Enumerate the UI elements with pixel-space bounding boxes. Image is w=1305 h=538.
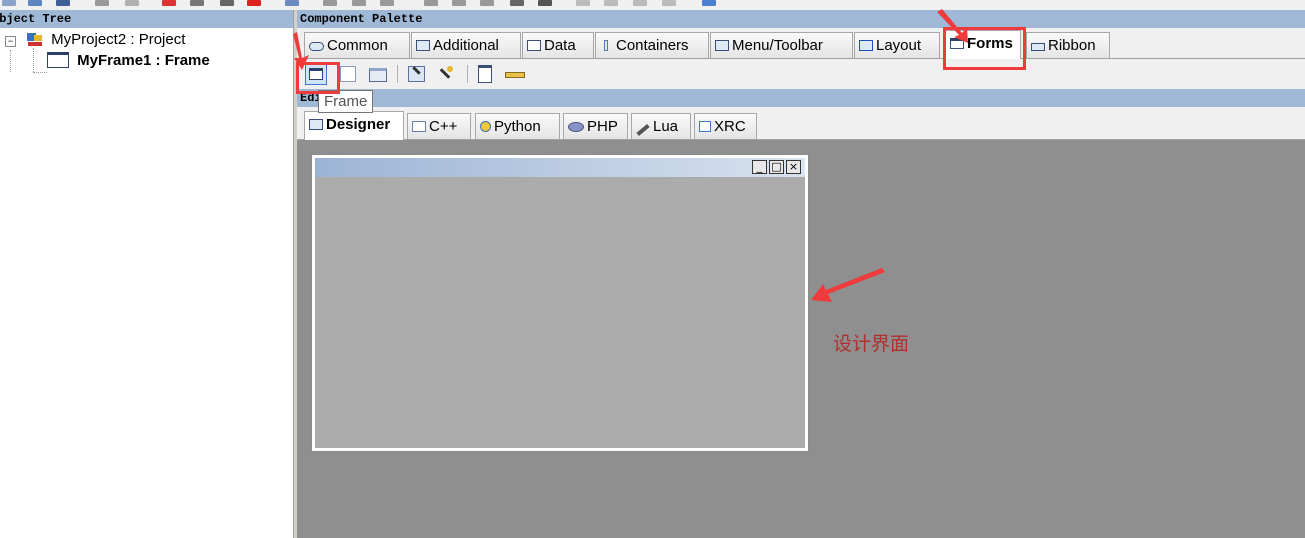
arrow-to-frame-button [293,32,309,70]
arrow-to-design-window [811,268,885,302]
annotation-arrows [293,9,968,302]
arrow-to-forms-tab [937,9,968,43]
design-area-annotation: 设计界面 [833,333,910,355]
